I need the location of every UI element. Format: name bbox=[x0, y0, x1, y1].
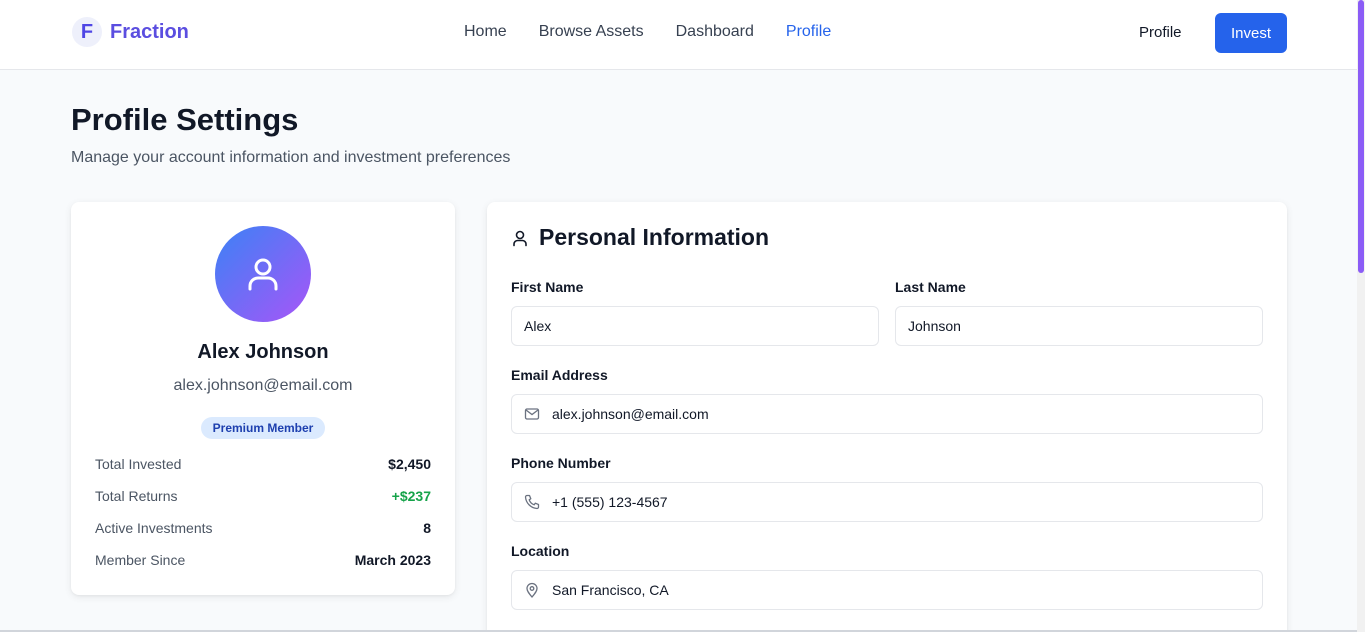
user-name: Alex Johnson bbox=[197, 341, 329, 363]
stat-row-active-investments: Active Investments 8 bbox=[95, 520, 431, 536]
brand-logo[interactable]: F Fraction bbox=[72, 17, 189, 47]
first-name-value: Alex bbox=[524, 318, 552, 334]
avatar bbox=[215, 226, 311, 322]
profile-summary-card: Alex Johnson alex.johnson@email.com Prem… bbox=[71, 202, 455, 595]
stat-row-total-invested: Total Invested $2,450 bbox=[95, 456, 431, 472]
first-name-label: First Name bbox=[511, 279, 584, 295]
user-icon bbox=[248, 258, 278, 291]
stat-label: Total Invested bbox=[95, 456, 182, 472]
mail-icon bbox=[524, 406, 540, 422]
section-title-text: Personal Information bbox=[539, 224, 770, 250]
phone-value: +1 (555) 123-4567 bbox=[552, 494, 668, 510]
user-icon bbox=[513, 230, 527, 246]
user-email: alex.johnson@email.com bbox=[173, 377, 353, 394]
scrollbar-thumb[interactable] bbox=[1358, 0, 1364, 273]
email-label: Email Address bbox=[511, 367, 608, 383]
section-title: Personal Information bbox=[511, 224, 769, 251]
invest-button[interactable]: Invest bbox=[1215, 13, 1287, 53]
phone-label: Phone Number bbox=[511, 455, 611, 471]
stat-label: Active Investments bbox=[95, 520, 213, 536]
logo-icon: F bbox=[72, 17, 102, 47]
nav-profile[interactable]: Profile bbox=[786, 23, 831, 41]
nav-home[interactable]: Home bbox=[464, 23, 507, 41]
personal-information-card: Personal Information First Name Alex Las… bbox=[487, 202, 1287, 632]
top-nav-bar: F Fraction Home Browse Assets Dashboard … bbox=[0, 0, 1365, 70]
membership-badge: Premium Member bbox=[201, 417, 325, 439]
page-title: Profile Settings bbox=[71, 102, 299, 137]
location-field[interactable]: San Francisco, CA bbox=[511, 570, 1263, 610]
stat-row-total-returns: Total Returns +$237 bbox=[95, 488, 431, 504]
phone-field[interactable]: +1 (555) 123-4567 bbox=[511, 482, 1263, 522]
brand-name: Fraction bbox=[110, 20, 189, 43]
header-profile-link[interactable]: Profile bbox=[1139, 24, 1182, 41]
stat-value: +$237 bbox=[391, 488, 431, 504]
stat-label: Member Since bbox=[95, 552, 186, 568]
stat-value: $2,450 bbox=[388, 456, 431, 472]
map-pin-icon bbox=[524, 582, 540, 598]
nav-dashboard[interactable]: Dashboard bbox=[676, 23, 754, 41]
email-field[interactable]: alex.johnson@email.com bbox=[511, 394, 1263, 434]
location-value: San Francisco, CA bbox=[552, 582, 669, 598]
phone-icon bbox=[524, 494, 540, 510]
last-name-field[interactable]: Johnson bbox=[895, 306, 1263, 346]
email-value: alex.johnson@email.com bbox=[552, 406, 709, 422]
stat-label: Total Returns bbox=[95, 488, 178, 504]
first-name-field[interactable]: Alex bbox=[511, 306, 879, 346]
nav-browse-assets[interactable]: Browse Assets bbox=[539, 23, 644, 41]
last-name-label: Last Name bbox=[895, 279, 966, 295]
stat-value: 8 bbox=[423, 520, 431, 536]
location-label: Location bbox=[511, 543, 570, 559]
main-nav: Home Browse Assets Dashboard Profile bbox=[464, 23, 831, 41]
stat-value: March 2023 bbox=[354, 552, 431, 568]
last-name-value: Johnson bbox=[908, 318, 961, 334]
page-subtitle: Manage your account information and inve… bbox=[71, 149, 511, 166]
stat-row-member-since: Member Since March 2023 bbox=[95, 552, 431, 568]
